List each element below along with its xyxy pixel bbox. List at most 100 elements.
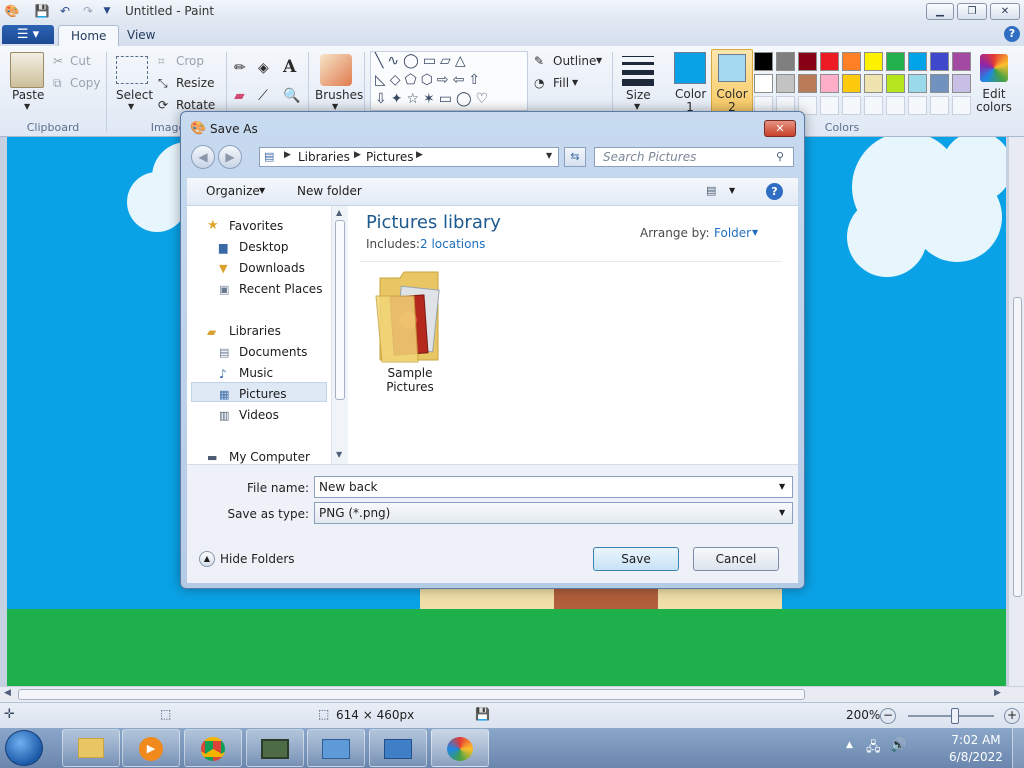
- save-icon[interactable]: 💾: [34, 3, 50, 19]
- brushes-button[interactable]: Brushes: [315, 88, 363, 102]
- nav-scroll-thumb[interactable]: [335, 220, 345, 400]
- address-dropdown-icon[interactable]: ▼: [546, 151, 552, 160]
- locations-link[interactable]: 2 locations: [420, 237, 485, 251]
- shapes-row-1[interactable]: ╲∿◯▭▱△: [375, 53, 470, 69]
- nav-desktop[interactable]: Desktop: [239, 240, 289, 254]
- custom-color-slot[interactable]: [820, 96, 839, 115]
- save-type-dropdown-icon[interactable]: ▼: [779, 508, 785, 517]
- new-folder-button[interactable]: New folder: [297, 184, 362, 198]
- size-icon[interactable]: [622, 56, 654, 86]
- palette-color-swatch[interactable]: [930, 74, 949, 93]
- scroll-left-icon[interactable]: ◀: [4, 688, 11, 698]
- select-icon[interactable]: [116, 56, 148, 84]
- nav-scroll-up-icon[interactable]: ▲: [336, 208, 342, 217]
- taskbar-app-4[interactable]: [246, 729, 304, 767]
- palette-color-swatch[interactable]: [886, 74, 905, 93]
- magnifier-icon[interactable]: 🔍: [283, 88, 300, 104]
- zoom-in-button[interactable]: +: [1004, 708, 1020, 724]
- size-dropdown-icon[interactable]: ▼: [634, 102, 640, 111]
- show-desktop-button[interactable]: [1012, 728, 1024, 768]
- custom-color-slot[interactable]: [886, 96, 905, 115]
- nav-my-computer[interactable]: My Computer: [229, 450, 310, 464]
- paste-dropdown-icon[interactable]: ▼: [24, 102, 30, 111]
- arrange-dropdown-icon[interactable]: ▼: [752, 228, 758, 237]
- custom-color-slot[interactable]: [952, 96, 971, 115]
- resize-button[interactable]: Resize: [176, 76, 214, 90]
- nav-scrollbar[interactable]: ▲ ▼: [331, 206, 348, 464]
- select-button[interactable]: Select: [116, 88, 153, 102]
- shapes-row-3[interactable]: ⇩✦☆✶▭◯♡: [375, 91, 492, 107]
- breadcrumb-libraries[interactable]: Libraries: [298, 150, 350, 164]
- crop-button[interactable]: Crop: [176, 54, 204, 68]
- clock-date[interactable]: 6/8/2022: [946, 750, 1006, 764]
- breadcrumb-pictures[interactable]: Pictures: [366, 150, 414, 164]
- redo-icon[interactable]: ↷: [80, 3, 96, 19]
- select-dropdown-icon[interactable]: ▼: [128, 102, 134, 111]
- nav-recent-places[interactable]: Recent Places: [239, 282, 322, 296]
- palette-color-swatch[interactable]: [798, 74, 817, 93]
- horizontal-scroll-thumb[interactable]: [18, 689, 805, 700]
- tab-view[interactable]: View: [115, 25, 167, 46]
- clock-time[interactable]: 7:02 AM: [946, 733, 1006, 747]
- volume-icon[interactable]: 🔊: [890, 738, 906, 753]
- network-icon[interactable]: 🖧: [866, 738, 881, 760]
- cut-button[interactable]: Cut: [70, 54, 91, 68]
- vertical-scroll-thumb[interactable]: [1013, 297, 1022, 597]
- start-button[interactable]: [5, 730, 43, 766]
- paint-app-icon[interactable]: 🎨: [4, 3, 20, 19]
- palette-color-swatch[interactable]: [754, 52, 773, 71]
- zoom-out-button[interactable]: −: [880, 708, 896, 724]
- nav-pictures[interactable]: Pictures: [239, 387, 287, 401]
- file-name-dropdown-icon[interactable]: ▼: [779, 482, 785, 491]
- taskbar-paint[interactable]: [431, 729, 489, 767]
- nav-videos[interactable]: Videos: [239, 408, 279, 422]
- organize-dropdown-icon[interactable]: ▼: [259, 186, 265, 195]
- text-tool-icon[interactable]: A: [283, 57, 296, 77]
- save-type-select[interactable]: PNG (*.png) ▼: [314, 502, 793, 524]
- palette-color-swatch[interactable]: [754, 74, 773, 93]
- dialog-help-icon[interactable]: ?: [766, 183, 783, 200]
- color-picker-icon[interactable]: ⟋: [258, 88, 268, 104]
- change-view-icon[interactable]: ▤: [706, 184, 716, 197]
- vertical-scrollbar[interactable]: [1008, 137, 1024, 686]
- palette-color-swatch[interactable]: [952, 74, 971, 93]
- maximize-button[interactable]: ❐: [957, 3, 987, 20]
- help-icon[interactable]: ?: [1004, 26, 1020, 42]
- color2-swatch[interactable]: [718, 54, 746, 82]
- organize-button[interactable]: Organize: [206, 184, 260, 198]
- dialog-close-button[interactable]: ✕: [764, 120, 796, 137]
- taskbar-app-6[interactable]: [369, 729, 427, 767]
- arrange-by-dropdown[interactable]: Folder: [714, 226, 751, 240]
- undo-icon[interactable]: ↶: [57, 3, 73, 19]
- palette-color-swatch[interactable]: [776, 74, 795, 93]
- show-hidden-icons[interactable]: ▲: [846, 740, 853, 750]
- search-input[interactable]: Search Pictures ⚲: [594, 147, 794, 167]
- taskbar-chrome[interactable]: [184, 729, 242, 767]
- cancel-button[interactable]: Cancel: [693, 547, 779, 571]
- sample-pictures-folder[interactable]: Sample Pictures: [362, 268, 458, 394]
- custom-color-slot[interactable]: [930, 96, 949, 115]
- tab-home[interactable]: Home: [58, 25, 120, 46]
- size-button[interactable]: Size: [626, 88, 651, 102]
- paste-button[interactable]: Paste: [12, 88, 44, 102]
- close-window-button[interactable]: ✕: [990, 3, 1020, 20]
- zoom-slider-thumb[interactable]: [951, 708, 959, 724]
- scroll-right-icon[interactable]: ▶: [994, 688, 1001, 698]
- address-bar[interactable]: ▤ ▶ Libraries ▶ Pictures ▶ ▼: [259, 147, 559, 167]
- outline-button[interactable]: Outline: [553, 54, 596, 68]
- palette-color-swatch[interactable]: [908, 52, 927, 71]
- custom-color-slot[interactable]: [908, 96, 927, 115]
- palette-color-swatch[interactable]: [842, 74, 861, 93]
- rotate-button[interactable]: Rotate: [176, 98, 215, 112]
- paint-menu-button[interactable]: ☰ ▾: [2, 25, 54, 44]
- nav-downloads[interactable]: Downloads: [239, 261, 305, 275]
- eraser-icon[interactable]: ▰: [234, 88, 245, 104]
- palette-color-swatch[interactable]: [820, 52, 839, 71]
- paste-icon[interactable]: [10, 52, 44, 88]
- palette-color-swatch[interactable]: [886, 52, 905, 71]
- nav-libraries[interactable]: Libraries: [229, 324, 281, 338]
- file-name-input[interactable]: New back ▼: [314, 476, 793, 498]
- palette-color-swatch[interactable]: [952, 52, 971, 71]
- palette-color-swatch[interactable]: [864, 52, 883, 71]
- shapes-row-2[interactable]: ◺◇⬠⬡⇨⇦⇧: [375, 72, 484, 88]
